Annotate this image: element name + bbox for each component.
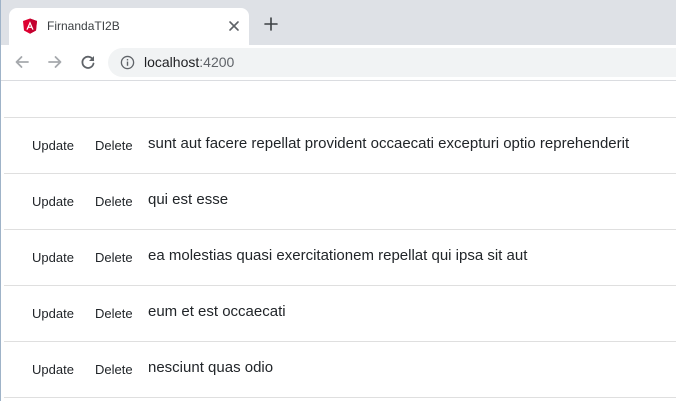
update-button[interactable]: Update bbox=[32, 306, 74, 321]
tab-strip: FirnandaTI2B bbox=[1, 0, 676, 45]
post-list: Update Delete sunt aut facere repellat p… bbox=[4, 117, 676, 398]
browser-toolbar: localhost:4200 bbox=[1, 45, 676, 81]
url-port: :4200 bbox=[199, 54, 235, 70]
back-arrow-icon[interactable] bbox=[13, 53, 31, 71]
list-item: Update Delete qui est esse bbox=[4, 174, 676, 230]
list-item: Update Delete ea molestias quasi exercit… bbox=[4, 230, 676, 286]
browser-tab[interactable]: FirnandaTI2B bbox=[9, 8, 249, 45]
angular-icon bbox=[23, 18, 37, 34]
list-item: Update Delete sunt aut facere repellat p… bbox=[4, 118, 676, 174]
update-button[interactable]: Update bbox=[32, 250, 74, 265]
delete-button[interactable]: Delete bbox=[95, 250, 133, 265]
delete-button[interactable]: Delete bbox=[95, 362, 133, 377]
delete-button[interactable]: Delete bbox=[95, 138, 133, 153]
url-text: localhost:4200 bbox=[144, 54, 234, 71]
list-item: Update Delete nesciunt quas odio bbox=[4, 342, 676, 398]
update-button[interactable]: Update bbox=[32, 138, 74, 153]
info-icon[interactable] bbox=[120, 55, 135, 70]
forward-arrow-icon[interactable] bbox=[46, 53, 64, 71]
delete-button[interactable]: Delete bbox=[95, 194, 133, 209]
update-button[interactable]: Update bbox=[32, 362, 74, 377]
post-title: ea molestias quasi exercitationem repell… bbox=[148, 247, 528, 264]
reload-icon[interactable] bbox=[79, 53, 97, 71]
new-tab-icon[interactable] bbox=[263, 16, 279, 32]
url-host: localhost bbox=[144, 54, 200, 70]
address-bar[interactable]: localhost:4200 bbox=[108, 48, 676, 77]
browser-window: FirnandaTI2B localhost:4200 Update Delet… bbox=[0, 0, 676, 401]
delete-button[interactable]: Delete bbox=[95, 306, 133, 321]
post-title: nesciunt quas odio bbox=[148, 359, 274, 376]
post-title: qui est esse bbox=[148, 191, 229, 208]
update-button[interactable]: Update bbox=[32, 194, 74, 209]
list-item: Update Delete eum et est occaecati bbox=[4, 286, 676, 342]
close-icon[interactable] bbox=[226, 18, 242, 34]
tab-title: FirnandaTI2B bbox=[47, 19, 120, 33]
post-title: eum et est occaecati bbox=[148, 303, 286, 320]
post-title: sunt aut facere repellat provident occae… bbox=[148, 135, 630, 152]
page-content: Update Delete sunt aut facere repellat p… bbox=[1, 81, 676, 401]
